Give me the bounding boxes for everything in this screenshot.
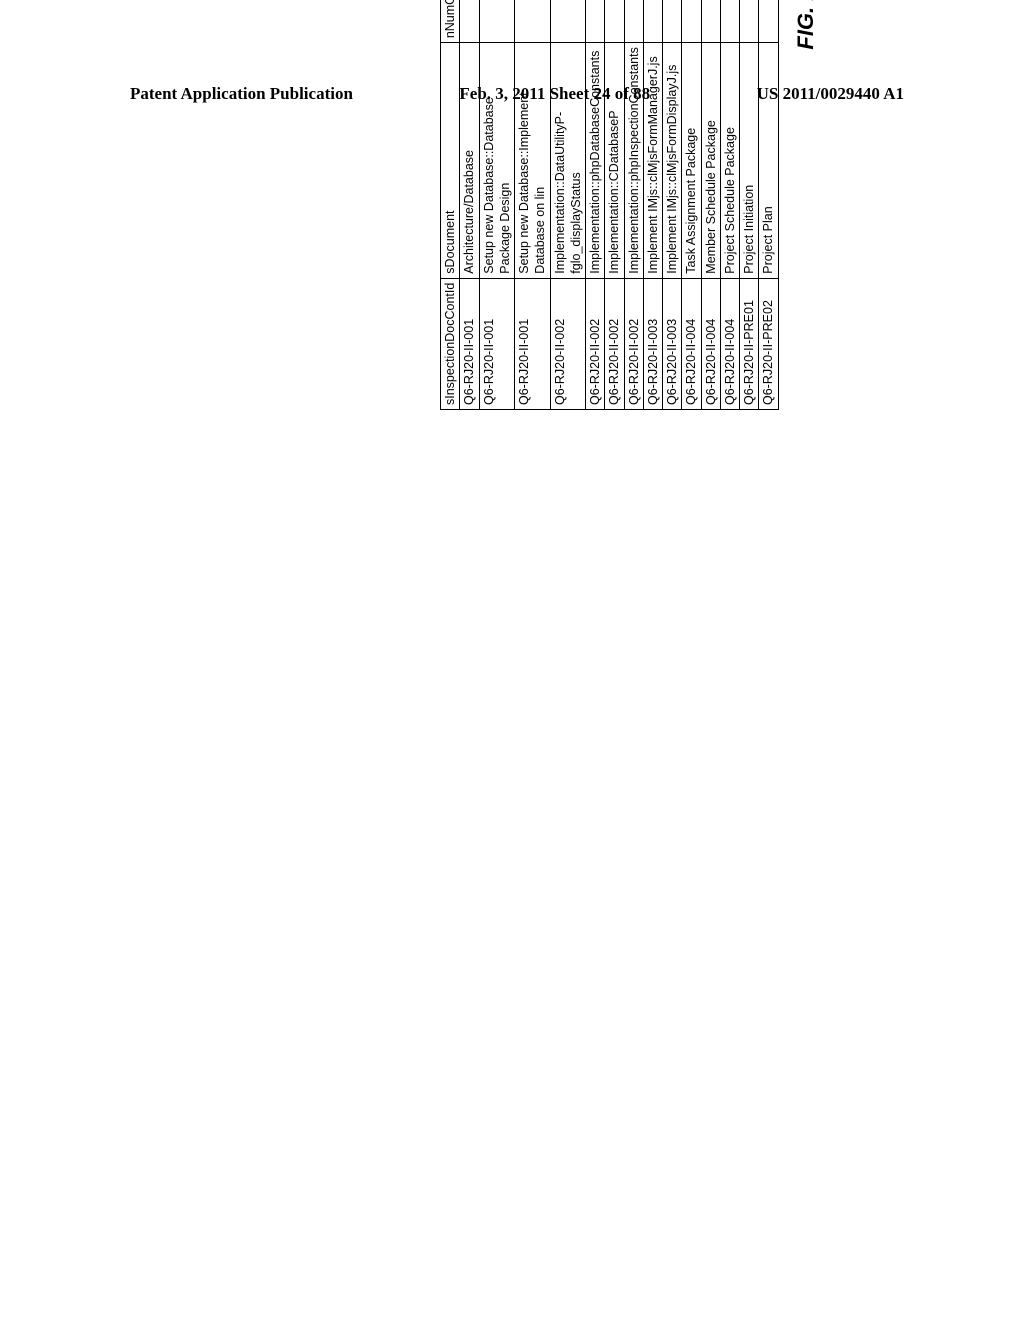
cell-id: Q6-RJ20-II-002: [550, 278, 586, 409]
cell-id: Q6-RJ20-II-004: [701, 278, 720, 409]
cell-id: Q6-RJ20-II-004: [720, 278, 739, 409]
table-row: Q6-RJ20-II-PRE02Project Plan12R: [759, 0, 778, 410]
col-nNumOfMajorDefect: nNumOfMajorDefect: [441, 0, 460, 43]
cell-doc: Architecture/Database: [460, 43, 479, 279]
cell-doc: Implement IMjs::clMjsFormManagerJ.js: [643, 43, 662, 279]
table-header-row: sInspectionDocContId sDocument nNumOfMaj…: [441, 0, 460, 410]
cell-major: 0: [460, 0, 479, 43]
cell-id: Q6-RJ20-II-002: [624, 278, 643, 409]
table-row: Q6-RJ20-II-004Member Schedule Package02C: [701, 0, 720, 410]
table-row: Q6-RJ20-II-002Implementation::phpDatabas…: [586, 0, 605, 410]
col-sDocument: sDocument: [441, 43, 460, 279]
cell-id: Q6-RJ20-II-001: [515, 278, 551, 409]
table-row: Q6-RJ20-II-001Setup new Database::Databa…: [479, 0, 515, 410]
cell-major: 0: [740, 0, 759, 43]
table-row: Q6-RJ20-II-PRE01Project Initiation03C: [740, 0, 759, 410]
cell-id: Q6-RJ20-II-003: [643, 278, 662, 409]
cell-id: Q6-RJ20-II-003: [663, 278, 682, 409]
cell-doc: Project Schedule Package: [720, 43, 739, 279]
col-sInspectionDocContId: sInspectionDocContId: [441, 278, 460, 409]
cell-doc: Implementation::phpInspectionConstants: [624, 43, 643, 279]
table-row: Q6-RJ20-II-004Task Assignment Package02C: [682, 0, 701, 410]
cell-major: 0: [605, 0, 624, 43]
cell-major: 0: [701, 0, 720, 43]
cell-major: 0: [682, 0, 701, 43]
cell-id: Q6-RJ20-II-002: [605, 278, 624, 409]
cell-id: Q6-RJ20-II-002: [586, 278, 605, 409]
cell-doc: Member Schedule Package: [701, 43, 720, 279]
cell-doc: Task Assignment Package: [682, 43, 701, 279]
cell-id: Q6-RJ20-II-004: [682, 278, 701, 409]
header-left: Patent Application Publication: [130, 84, 353, 104]
cell-id: Q6-RJ20-II-001: [460, 278, 479, 409]
cell-doc: Implementation::CDatabaseP: [605, 43, 624, 279]
cell-doc: Setup new Database::Implement Database o…: [515, 43, 551, 279]
cell-id: Q6-RJ20-II-PRE02: [759, 278, 778, 409]
cell-doc: Implementation::DataUtilityP-fglo_displa…: [550, 43, 586, 279]
cell-doc: Setup new Database::Database Package Des…: [479, 43, 515, 279]
table-row: Q6-RJ20-II-004Project Schedule Package00…: [720, 0, 739, 410]
cell-major: 0: [515, 0, 551, 43]
cell-major: 0: [479, 0, 515, 43]
table-row: Q6-RJ20-II-001Architecture/Database00A: [460, 0, 479, 410]
cell-major: 0: [663, 0, 682, 43]
inspection-table: sInspectionDocContId sDocument nNumOfMaj…: [440, 0, 779, 410]
cell-major: 0: [720, 0, 739, 43]
table-row: Q6-RJ20-II-002Implementation::DataUtilit…: [550, 0, 586, 410]
table-row: Q6-RJ20-II-001Setup new Database::Implem…: [515, 0, 551, 410]
table-row: Q6-RJ20-II-002Implementation::phpInspect…: [624, 0, 643, 410]
cell-major: 1: [759, 0, 778, 43]
cell-doc: Project Plan: [759, 43, 778, 279]
cell-doc: Implementation::phpDatabaseConstants: [586, 43, 605, 279]
cell-id: Q6-RJ20-II-PRE01: [740, 278, 759, 409]
cell-major: 0: [624, 0, 643, 43]
cell-doc: Project Initiation: [740, 43, 759, 279]
cell-major: 0: [550, 0, 586, 43]
cell-id: Q6-RJ20-II-001: [479, 278, 515, 409]
cell-major: 0: [586, 0, 605, 43]
cell-doc: Implement IMjs::clMjsFormDisplayJ.js: [663, 43, 682, 279]
figure-17c: sInspectionDocContId sDocument nNumOfMaj…: [440, 0, 819, 410]
figure-caption: FIG. 17C: [793, 0, 819, 410]
cell-major: 0: [643, 0, 662, 43]
table-row: Q6-RJ20-II-003Implement IMjs::clMjsFormD…: [663, 0, 682, 410]
table-row: Q6-RJ20-II-002Implementation::CDatabaseP…: [605, 0, 624, 410]
table-row: Q6-RJ20-II-003Implement IMjs::clMjsFormM…: [643, 0, 662, 410]
